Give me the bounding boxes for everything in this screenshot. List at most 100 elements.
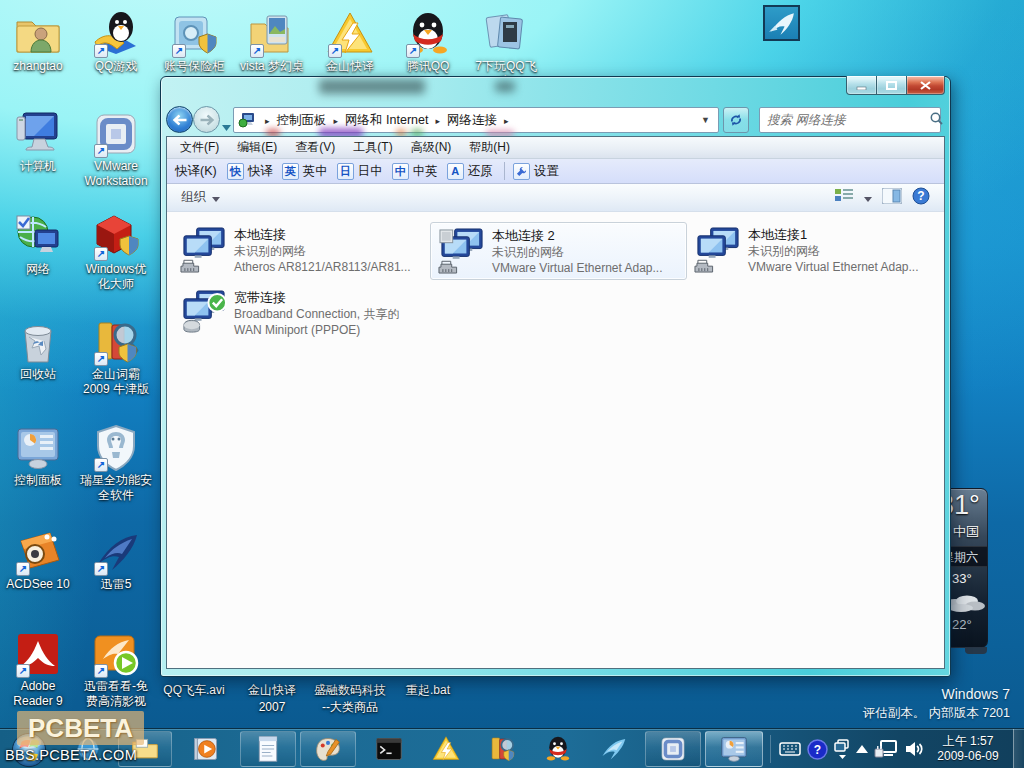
help-button[interactable]: ? (912, 187, 930, 208)
menu-item-1[interactable]: 文件(F) (171, 139, 228, 156)
desktop-icon-17[interactable]: ↗迅雷5 (76, 528, 156, 592)
desktop-icon-10[interactable]: 网络 (0, 213, 78, 277)
covered-desktop-icon-label[interactable]: 金山快译 2007 (231, 682, 313, 716)
breadcrumb-separator: ▸ (327, 116, 346, 126)
breadcrumb-item-1[interactable]: 控制面板 (277, 113, 327, 127)
desktop-icon-14[interactable]: 控制面板 (0, 424, 78, 488)
preview-pane-button[interactable] (882, 188, 902, 207)
network-connection-item-4[interactable]: 宽带连接Broadband Connection, 共享的WAN Minipor… (173, 285, 430, 343)
desktop-icon-11[interactable]: ↗Windows优 化大师 (76, 213, 156, 292)
taskbar-button-wmp[interactable] (178, 731, 234, 767)
desktop-icon-2[interactable]: ↗QQ游戏 (76, 10, 156, 74)
kingsoft-button-2[interactable]: 英英中 (282, 163, 328, 180)
search-input[interactable] (760, 113, 930, 127)
taskbar-clock[interactable]: 上午 1:57 2009-06-09 (932, 734, 1004, 764)
maximize-button[interactable] (877, 76, 907, 95)
address-bar[interactable]: ▸控制面板▸网络和 Internet▸网络连接▸ ▼ (233, 107, 719, 133)
input-method-icon[interactable] (779, 742, 801, 756)
desktop-icon-6[interactable]: ↗腾讯QQ (388, 10, 468, 74)
desktop-icon-8[interactable]: 计算机 (0, 110, 78, 174)
network-connection-item-1[interactable]: 本地连接未识别的网络Atheros AR8121/AR8113/AR81... (173, 222, 430, 280)
desktop-icon-label: 腾讯QQ (388, 59, 468, 74)
desktop-icon-9[interactable]: ↗VMware Workstation (76, 110, 156, 189)
chevron-down-icon (212, 191, 220, 205)
ciba-icon: ↗ (92, 318, 140, 366)
menu-item-3[interactable]: 查看(V) (286, 139, 344, 156)
desktop-icon-13[interactable]: ↗金山词霸 2009 牛津版 (76, 318, 156, 397)
kingsoft-menu[interactable]: 快译(K) (167, 163, 227, 180)
desktop-icon-label: VMware Workstation (76, 159, 156, 189)
vistafolder-icon: ↗ (248, 10, 296, 58)
menu-item-5[interactable]: 高级(N) (402, 139, 461, 156)
kingsoft-button-4[interactable]: 中中英 (392, 163, 438, 180)
taskbar-button-cpanel[interactable] (705, 731, 763, 767)
taskbar-button-ciba[interactable] (477, 731, 527, 767)
forward-button[interactable] (193, 106, 220, 133)
desktop-icon-1[interactable]: zhangtao (0, 10, 78, 74)
taskbar-button-thunder[interactable] (588, 731, 638, 767)
connection-device: VMware Virtual Ethernet Adap... (492, 261, 663, 275)
covered-desktop-icon-label[interactable]: 重起.bat (387, 682, 469, 699)
volume-icon[interactable] (904, 740, 924, 758)
desktop-icon-label: 账号保险柜 (154, 59, 234, 74)
kingsoft-button-3[interactable]: 日日中 (337, 163, 383, 180)
taskbar-button-vmware[interactable] (645, 731, 701, 767)
back-button[interactable] (166, 106, 193, 133)
network-tray-icon[interactable] (874, 739, 898, 759)
desktop-icon-3[interactable]: ↗账号保险柜 (154, 10, 234, 74)
taskbar-button-paint[interactable] (300, 731, 356, 767)
taskbar-button-qq[interactable] (533, 731, 583, 767)
taskbar-button-fastait[interactable] (421, 731, 471, 767)
search-icon[interactable] (930, 111, 950, 129)
recent-pages-dropdown[interactable] (222, 117, 231, 135)
breadcrumb-item-3[interactable]: 网络连接 (447, 113, 497, 127)
network-connection-item-3[interactable]: 本地连接1未识别的网络VMware Virtual Ethernet Adap.… (687, 222, 944, 280)
desktop-icon-16[interactable]: ↗ACDSee 10 (0, 528, 78, 592)
minimize-button[interactable] (846, 76, 877, 95)
clock-time: 上午 1:57 (932, 734, 1004, 749)
views-dropdown-icon[interactable] (864, 191, 872, 205)
kingsoft-settings-button[interactable]: 设置 (513, 163, 559, 180)
views-button[interactable] (834, 187, 854, 208)
kingsoft-help-icon[interactable]: ? (807, 739, 828, 760)
desktop-icon-15[interactable]: ↗瑞星全功能安 全软件 (76, 424, 156, 503)
refresh-button[interactable] (723, 107, 749, 133)
qqgame-icon: ↗ (92, 10, 140, 58)
userfolder-icon (14, 10, 62, 58)
language-bar-icon[interactable] (834, 739, 850, 759)
gadget-region: 中国 (953, 523, 979, 541)
show-desktop-button[interactable] (1013, 729, 1024, 768)
menu-item-2[interactable]: 编辑(E) (228, 139, 286, 156)
desktop-icon-12[interactable]: 回收站 (0, 318, 78, 382)
kingsoft-button-1[interactable]: 快快译 (227, 163, 273, 180)
desktop-icon-18[interactable]: ↗Adobe Reader 9 (0, 630, 78, 709)
desktop-icon-19[interactable]: ↗迅雷看看-免 费高清影视 (76, 630, 156, 709)
show-hidden-icons-button[interactable] (856, 745, 868, 753)
shortcut-arrow-icon: ↗ (94, 562, 108, 576)
menu-item-4[interactable]: 工具(T) (344, 139, 401, 156)
network-icon (14, 213, 62, 261)
desktop-icon-label: 金山快译 (310, 59, 390, 74)
shortcut-arrow-icon: ↗ (94, 664, 108, 678)
covered-desktop-icon-label[interactable]: QQ飞车.avi (153, 682, 235, 699)
kingsoft-button-5[interactable]: A还原 (447, 163, 493, 180)
address-dropdown-icon[interactable]: ▼ (701, 115, 718, 125)
censored-title-smudge (495, 81, 515, 92)
breadcrumb-separator: ▸ (428, 116, 447, 126)
folder-content: 本地连接未识别的网络Atheros AR8121/AR8113/AR81...本… (167, 212, 944, 665)
taskbar-button-notepad[interactable] (240, 731, 296, 767)
organize-button[interactable]: 组织 (171, 187, 230, 209)
desktop-icon-4[interactable]: ↗vista 梦幻桌 (232, 10, 312, 74)
network-connection-item-2[interactable]: 本地连接 2未识别的网络VMware Virtual Ethernet Adap… (430, 222, 687, 280)
desktop-icon-label: Windows优 化大师 (76, 262, 156, 292)
breadcrumb-item-2[interactable]: 网络和 Internet (345, 113, 428, 127)
close-button[interactable] (907, 76, 945, 95)
network-connection-icon (438, 228, 485, 275)
desktop-icon-label: 迅雷5 (76, 577, 156, 592)
covered-desktop-icon-label[interactable]: 盛融数码科技 --大类商品 (309, 682, 391, 716)
build-line1: Windows 7 (863, 686, 1010, 702)
desktop-icon-5[interactable]: ↗金山快译 (310, 10, 390, 74)
taskbar-button-cmd[interactable] (364, 731, 414, 767)
menu-item-6[interactable]: 帮助(H) (460, 139, 519, 156)
adobe-icon: ↗ (14, 630, 62, 678)
